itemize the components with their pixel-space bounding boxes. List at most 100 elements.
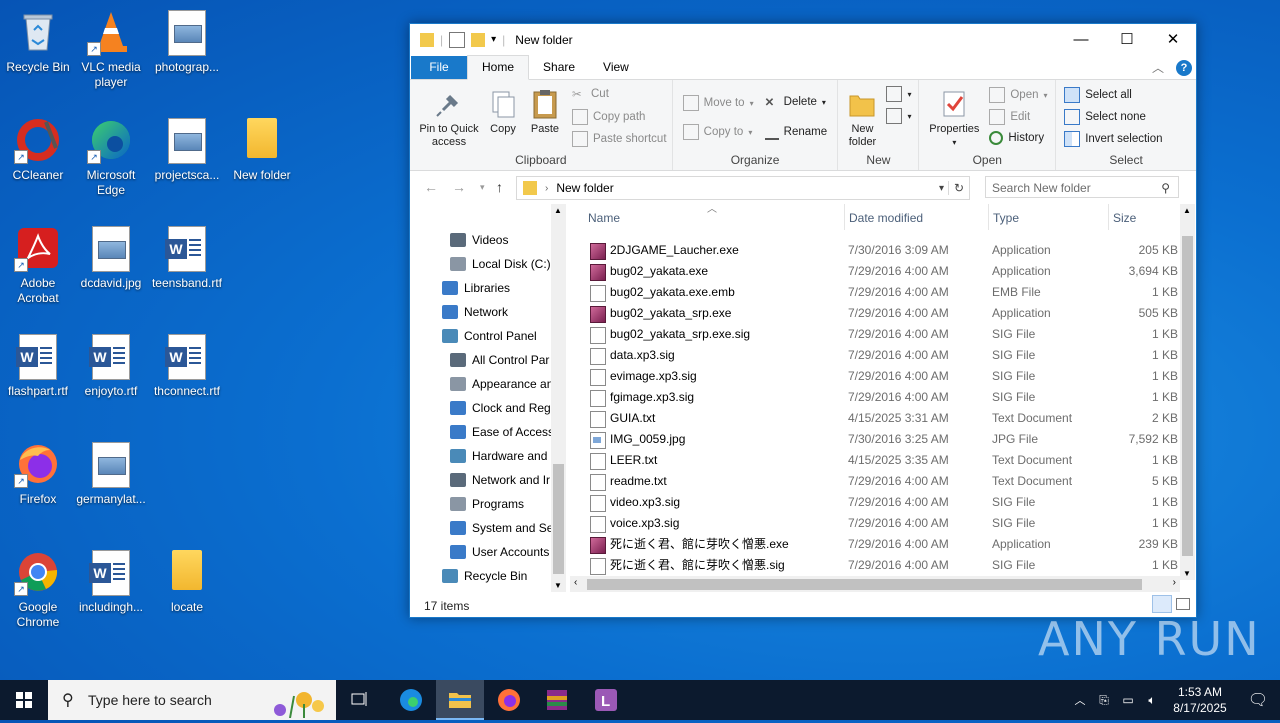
- file-row[interactable]: bug02_yakata.exe.emb 7/29/2016 4:00 AM EMB…: [570, 282, 1180, 303]
- desktop-icon-recycle-bin[interactable]: Recycle Bin: [0, 10, 76, 75]
- back-arrow-icon[interactable]: ←: [424, 179, 438, 195]
- properties-button[interactable]: Properties ▾: [925, 88, 983, 149]
- file-row[interactable]: IMG_0059.jpg 7/30/2016 3:25 AM JPG File 7,5…: [570, 429, 1180, 450]
- help-icon[interactable]: ?: [1176, 59, 1192, 76]
- volume-icon[interactable]: 🔈︎: [1140, 693, 1164, 708]
- desktop-icon-locate[interactable]: locate: [149, 550, 225, 615]
- file-row[interactable]: bug02_yakata_srp.exe 7/29/2016 4:00 AM App…: [570, 303, 1180, 324]
- nav-pane-scrollbar[interactable]: ▲ ▼: [551, 204, 566, 592]
- rename-button[interactable]: Rename: [764, 124, 827, 140]
- edit-button[interactable]: Edit: [989, 109, 1030, 125]
- maximize-button[interactable]: ☐: [1104, 25, 1150, 55]
- desktop-icon-vlc[interactable]: ↗ VLC media player: [73, 10, 149, 90]
- nav-item[interactable]: Appearance an: [450, 372, 553, 396]
- desktop-icon-thconnect[interactable]: W thconnect.rtf: [149, 334, 225, 399]
- file-row[interactable]: LEER.txt 4/15/2025 3:35 AM Text Document 1 …: [570, 450, 1180, 471]
- file-row[interactable]: 死に逝く君、館に芽吹く憎悪.exe 7/29/2016 4:00 AM Applic…: [570, 534, 1180, 555]
- search-input[interactable]: Search New folder ⚲: [985, 176, 1179, 198]
- taskbar-app-l-button[interactable]: L: [582, 680, 630, 720]
- refresh-icon[interactable]: ↻: [948, 181, 969, 195]
- cut-button[interactable]: ✂ Cut: [572, 87, 609, 101]
- new-item-button[interactable]: ▾: [886, 86, 911, 102]
- nav-item[interactable]: Programs: [450, 492, 524, 516]
- close-button[interactable]: ✕: [1150, 25, 1196, 55]
- horizontal-scrollbar[interactable]: ‹ ›: [570, 576, 1180, 592]
- file-list-scrollbar[interactable]: ▲ ▼: [1180, 204, 1195, 580]
- file-row[interactable]: bug02_yakata_srp.exe.sig 7/29/2016 4:00 A…: [570, 324, 1180, 345]
- taskbar-winrar-button[interactable]: [533, 680, 581, 720]
- address-path[interactable]: New folder: [556, 181, 613, 195]
- breadcrumb-chevron-icon[interactable]: ›: [545, 183, 548, 194]
- file-row[interactable]: 2DJGAME_Laucher.exe 7/30/2016 3:09 AM Appl…: [570, 240, 1180, 261]
- scroll-up-arrow-icon[interactable]: ▲: [1183, 206, 1191, 215]
- open-button[interactable]: Open ▾: [989, 87, 1048, 103]
- taskbar-edge-button[interactable]: [387, 680, 435, 720]
- column-header-date[interactable]: Date modified: [844, 204, 989, 230]
- invert-selection-button[interactable]: Invert selection: [1064, 131, 1163, 147]
- desktop-icon-enjoyto[interactable]: W enjoyto.rtf: [73, 334, 149, 399]
- scroll-left-arrow-icon[interactable]: ‹: [574, 577, 577, 588]
- desktop-icon-includingh[interactable]: W includingh...: [73, 550, 149, 615]
- scroll-down-arrow-icon[interactable]: ▼: [554, 581, 562, 590]
- column-header-name[interactable]: Name: [588, 204, 843, 230]
- desktop-icon-chrome[interactable]: ↗ Google Chrome: [0, 550, 76, 630]
- desktop-icon-firefox[interactable]: ↗ Firefox: [0, 442, 76, 507]
- desktop-icon-flashpart[interactable]: W flashpart.rtf: [0, 334, 76, 399]
- desktop-icon-ccleaner[interactable]: ↗ CCleaner: [0, 118, 76, 183]
- start-button[interactable]: [0, 680, 48, 720]
- copy-button[interactable]: Copy: [486, 88, 520, 136]
- nav-item[interactable]: Videos: [450, 228, 508, 252]
- taskbar-search-box[interactable]: ⚲ Type here to search: [48, 680, 336, 720]
- nav-item[interactable]: Ease of Access: [450, 420, 554, 444]
- taskbar-file-explorer-button[interactable]: [436, 680, 484, 720]
- nav-item[interactable]: User Accounts: [450, 540, 549, 564]
- pin-to-quick-access-button[interactable]: Pin to Quick access: [416, 88, 482, 149]
- file-row[interactable]: readme.txt 7/29/2016 4:00 AM Text Document…: [570, 471, 1180, 492]
- nav-item[interactable]: Recycle Bin: [442, 564, 527, 588]
- file-row[interactable]: data.xp3.sig 7/29/2016 4:00 AM SIG File 1 K…: [570, 345, 1180, 366]
- minimize-button[interactable]: —: [1058, 25, 1104, 55]
- select-none-button[interactable]: Select none: [1064, 109, 1146, 125]
- task-view-button[interactable]: [336, 680, 384, 720]
- delete-button[interactable]: ✕ Delete ▾: [765, 95, 826, 109]
- network-icon[interactable]: ⎘: [1092, 693, 1116, 708]
- desktop-icon-edge[interactable]: ↗ Microsoft Edge: [73, 118, 149, 198]
- desktop-icon-projectsca[interactable]: projectsca...: [149, 118, 225, 183]
- copy-to-button[interactable]: Copy to ▾: [682, 124, 752, 140]
- title-bar[interactable]: | ▾ | New folder — ☐ ✕: [410, 24, 1196, 55]
- nav-item[interactable]: Libraries: [442, 276, 510, 300]
- paste-button[interactable]: Paste: [528, 88, 562, 136]
- nav-item[interactable]: Hardware and: [450, 444, 547, 468]
- desktop-icon-new-folder[interactable]: New folder: [224, 118, 300, 183]
- desktop-icon-teensband[interactable]: W teensband.rtf: [149, 226, 225, 291]
- file-row[interactable]: video.xp3.sig 7/29/2016 4:00 AM SIG File 1 …: [570, 492, 1180, 513]
- tab-share[interactable]: Share: [529, 56, 589, 79]
- properties-check-icon[interactable]: [449, 31, 466, 48]
- address-dropdown-chevron-icon[interactable]: ▾: [939, 183, 948, 194]
- history-button[interactable]: History: [989, 131, 1044, 145]
- desktop-icon-photograp[interactable]: photograp...: [149, 10, 225, 75]
- scroll-down-arrow-icon[interactable]: ▼: [1183, 569, 1191, 578]
- file-row[interactable]: GUIA.txt 4/15/2025 3:31 AM Text Document 2 …: [570, 408, 1180, 429]
- tab-home[interactable]: Home: [467, 55, 530, 80]
- ethernet-icon[interactable]: ▭: [1116, 693, 1140, 707]
- address-box[interactable]: › New folder ▾ ↻: [516, 176, 970, 200]
- file-list-scroll-thumb[interactable]: [1182, 236, 1193, 556]
- forward-arrow-icon[interactable]: →: [452, 179, 466, 195]
- scroll-up-arrow-icon[interactable]: ▲: [554, 206, 562, 215]
- taskbar-clock[interactable]: 1:53 AM 8/17/2025: [1164, 684, 1236, 716]
- horizontal-scroll-thumb[interactable]: [587, 579, 1142, 590]
- nav-item[interactable]: locate: [442, 588, 496, 589]
- scroll-right-arrow-icon[interactable]: ›: [1173, 577, 1176, 588]
- paste-shortcut-button[interactable]: Paste shortcut: [572, 131, 667, 147]
- details-view-icon[interactable]: [1152, 595, 1172, 613]
- column-header-size[interactable]: Size: [1108, 204, 1183, 230]
- file-row[interactable]: voice.xp3.sig 7/29/2016 4:00 AM SIG File 1 …: [570, 513, 1180, 534]
- nav-item[interactable]: Control Panel: [442, 324, 537, 348]
- desktop-icon-adobe-acrobat[interactable]: ↗ Adobe Acrobat: [0, 226, 76, 306]
- new-folder-button[interactable]: New folder: [844, 88, 880, 149]
- show-hidden-icons-chevron-icon[interactable]: ︿: [1068, 692, 1092, 708]
- tab-view[interactable]: View: [589, 56, 643, 79]
- notifications-icon[interactable]: 🗨︎: [1236, 690, 1280, 710]
- file-row[interactable]: fgimage.xp3.sig 7/29/2016 4:00 AM SIG File…: [570, 387, 1180, 408]
